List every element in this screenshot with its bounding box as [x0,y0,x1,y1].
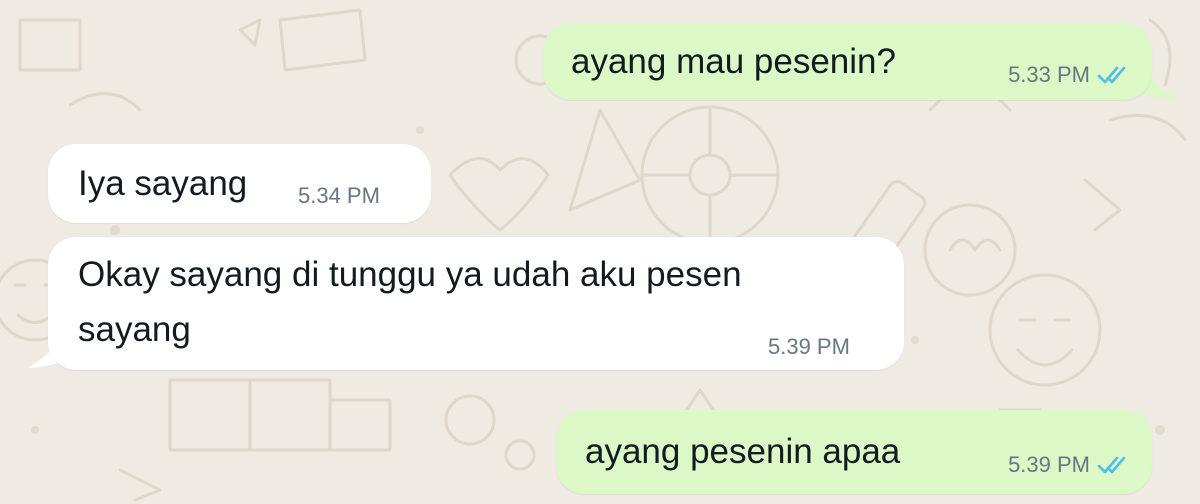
message-time: 5.33 PM [1008,62,1090,87]
message-meta: 5.39 PM [1008,451,1130,479]
message-time: 5.39 PM [1008,452,1090,477]
double-check-read-icon [1097,456,1126,474]
message-bubble-outgoing[interactable]: ayang pesenin apaa 5.39 PM [556,410,1152,494]
message-text-line-2: sayang [78,310,191,349]
message-meta: 5.39 PM [768,333,850,361]
message-bubble-incoming[interactable]: Iya sayang 5.34 PM [48,144,431,223]
message-bubble-outgoing[interactable]: ayang mau pesenin? 5.33 PM [543,23,1152,100]
message-meta: 5.34 PM [298,182,380,210]
message-text: ayang mau pesenin? [571,42,896,81]
message-meta: 5.33 PM [1008,61,1130,89]
double-check-read-icon [1097,66,1126,84]
message-text-line-1: Okay sayang di tunggu ya udah aku pesen [78,255,742,294]
chat-window: ayang mau pesenin? 5.33 PM Iya sayang 5.… [0,0,1200,504]
message-time: 5.34 PM [298,183,380,208]
message-text: Iya sayang [78,164,248,203]
message-bubble-incoming[interactable]: Okay sayang di tunggu ya udah aku pesen … [48,237,904,370]
message-text: ayang pesenin apaa [585,432,901,471]
message-time: 5.39 PM [768,334,850,359]
